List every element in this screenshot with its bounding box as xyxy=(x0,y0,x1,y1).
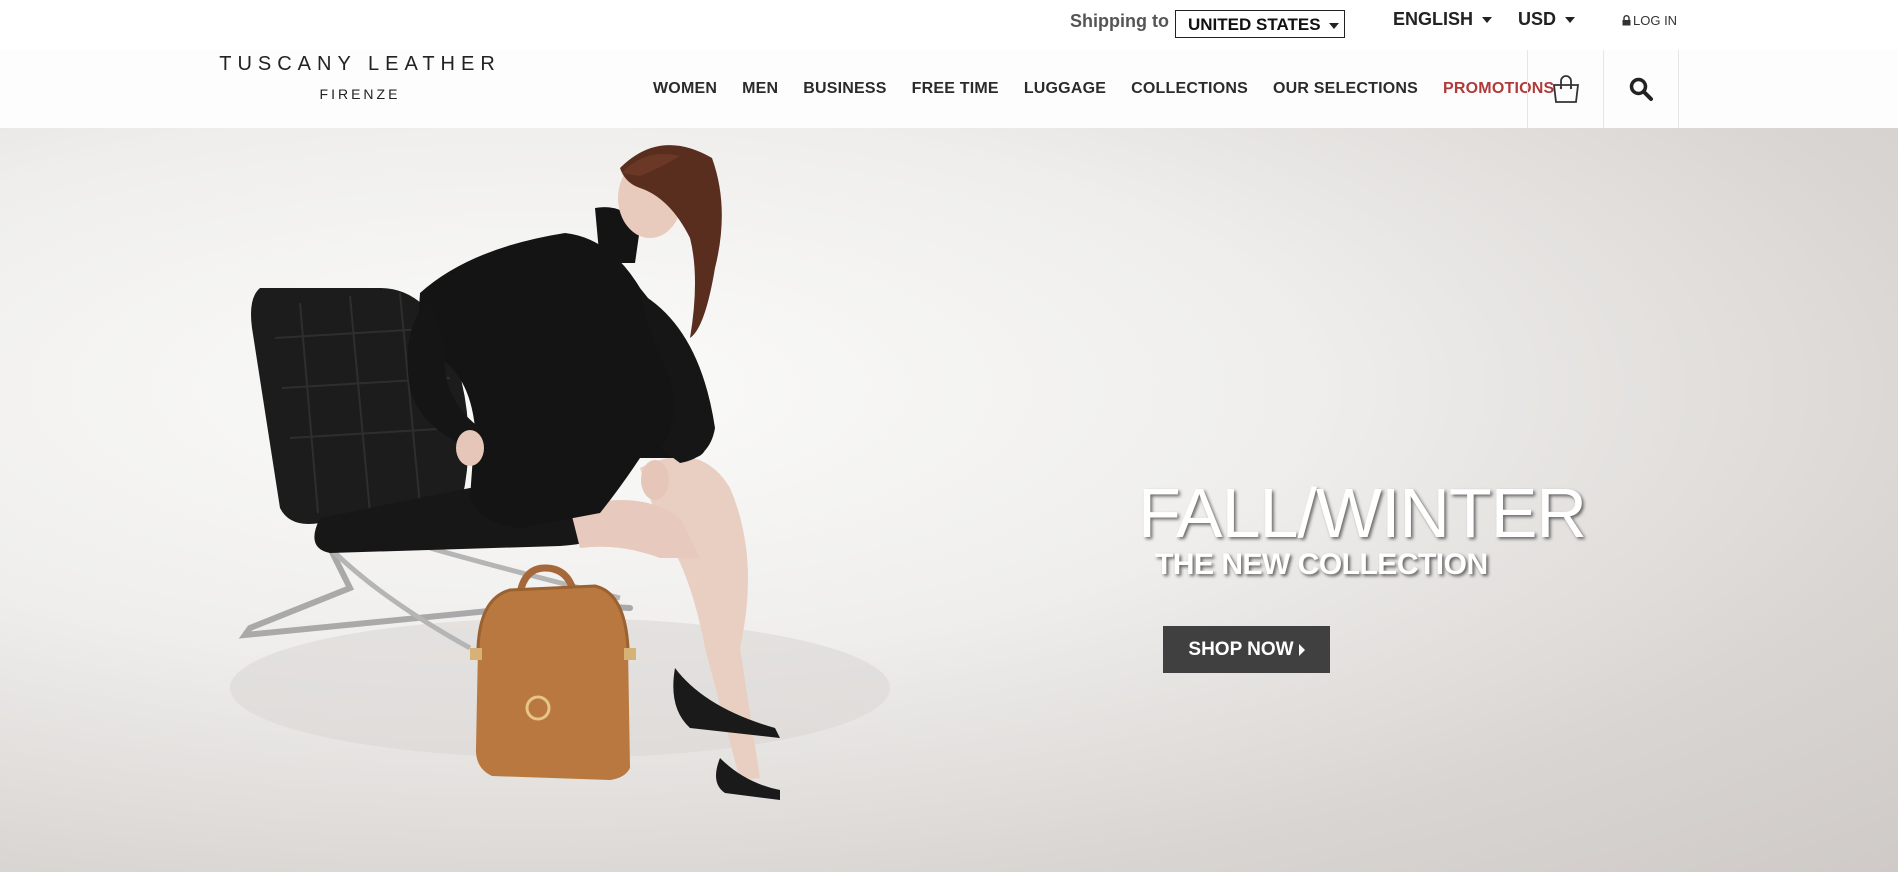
top-utility-bar: Shipping to UNITED STATES ENGLISH USD LO… xyxy=(0,0,1898,50)
nav-item-men[interactable]: MEN xyxy=(742,80,778,98)
cart-button[interactable] xyxy=(1527,50,1603,128)
language-value: ENGLISH xyxy=(1393,9,1474,29)
nav-item-our-selections[interactable]: OUR SELECTIONS xyxy=(1273,80,1418,98)
nav-item-business[interactable]: BUSINESS xyxy=(803,80,886,98)
brand-city: FIRENZE xyxy=(319,86,401,102)
chevron-down-icon xyxy=(1482,17,1493,24)
hero-photo xyxy=(230,145,890,800)
shopping-bag-icon xyxy=(1552,75,1579,103)
chevron-down-icon xyxy=(1329,22,1340,29)
shipping-country-select[interactable]: UNITED STATES xyxy=(1175,10,1345,38)
nav-item-luggage[interactable]: LUGGAGE xyxy=(1024,80,1106,98)
nav-item-women[interactable]: WOMEN xyxy=(653,80,717,98)
shop-now-label: SHOP NOW xyxy=(1188,638,1294,660)
language-dropdown[interactable]: ENGLISH xyxy=(1393,9,1493,30)
brand-logo[interactable]: TUSCANY LEATHER FIRENZE xyxy=(210,53,510,102)
currency-value: USD xyxy=(1518,9,1557,29)
shipping-label: Shipping to xyxy=(1070,11,1169,31)
hero-subtitle: THE NEW COLLECTION xyxy=(1155,548,1488,581)
hero-title: FALL/WINTER xyxy=(1138,474,1587,552)
chevron-right-icon xyxy=(1298,643,1305,656)
shipping-country-value: UNITED STATES xyxy=(1188,15,1321,34)
chevron-down-icon xyxy=(1565,17,1576,24)
currency-dropdown[interactable]: USD xyxy=(1518,9,1576,30)
lock-icon xyxy=(1622,15,1631,26)
hero-banner[interactable]: FALL/WINTER THE NEW COLLECTION SHOP NOW xyxy=(0,128,1898,872)
login-label: LOG IN xyxy=(1633,13,1678,28)
main-header: TUSCANY LEATHER FIRENZE WOMEN MEN BUSINE… xyxy=(0,50,1898,128)
search-icon xyxy=(1629,77,1653,101)
search-button[interactable] xyxy=(1603,50,1679,128)
nav-item-collections[interactable]: COLLECTIONS xyxy=(1131,80,1248,98)
shop-now-button[interactable]: SHOP NOW xyxy=(1163,626,1330,673)
login-link[interactable]: LOG IN xyxy=(1622,13,1677,28)
nav-item-free-time[interactable]: FREE TIME xyxy=(912,80,999,98)
brand-name: TUSCANY LEATHER xyxy=(219,53,501,75)
main-nav: WOMEN MEN BUSINESS FREE TIME LUGGAGE COL… xyxy=(653,80,1554,98)
